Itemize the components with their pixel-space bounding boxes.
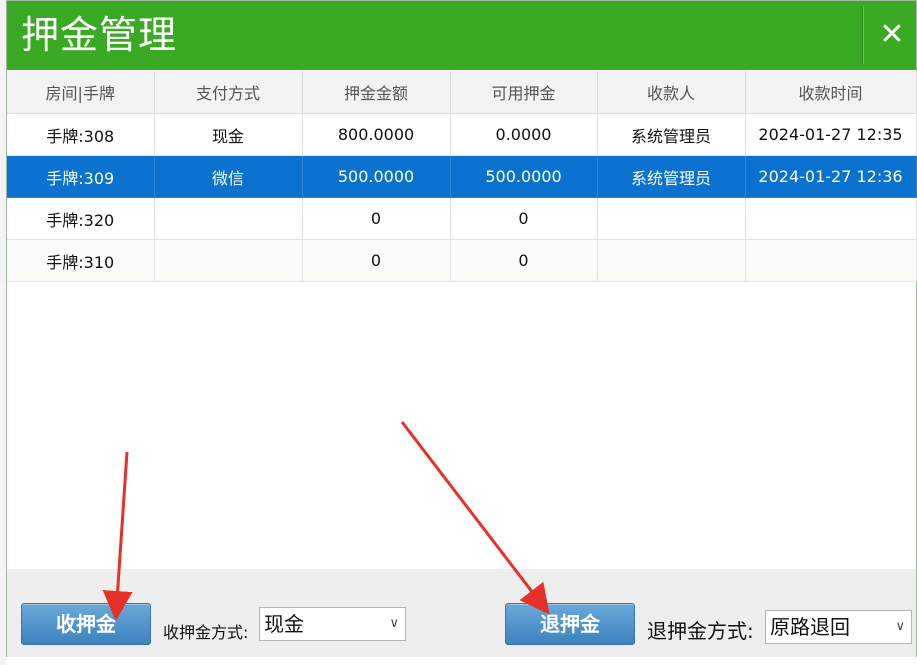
cell-deposit-amount: 500.0000 [302,155,451,198]
cell-available-deposit: 500.0000 [450,155,598,198]
table-row[interactable]: 手牌:310 0 0 [7,239,917,282]
cell-payment-method [154,239,303,282]
column-header-payment-method[interactable]: 支付方式 [154,71,303,114]
column-header-payment-time[interactable]: 收款时间 [745,71,917,114]
table-row[interactable]: 手牌:308 现金 800.0000 0.0000 系统管理员 2024-01-… [7,113,917,156]
collect-method-select[interactable]: 现金 ∨ [259,607,406,641]
cell-room: 手牌:320 [7,197,155,240]
column-header-payee[interactable]: 收款人 [597,71,746,114]
refund-method-select[interactable]: 原路退回 ∨ [765,610,912,644]
cell-deposit-amount: 0 [302,197,451,240]
refund-method-label: 退押金方式: [647,619,754,643]
cell-payment-time [745,197,917,240]
refund-method-value: 原路退回 [770,615,850,639]
cell-payment-time [745,239,917,282]
cell-deposit-amount: 0 [302,239,451,282]
title-bar: 押金管理 ✕ [7,1,916,70]
cell-payment-method: 现金 [154,113,303,156]
cell-payee [597,239,746,282]
table-row-selected[interactable]: 手牌:309 微信 500.0000 500.0000 系统管理员 2024-0… [7,155,917,198]
cell-payment-method: 微信 [154,155,303,198]
collect-deposit-button[interactable]: 收押金 [21,603,151,645]
cell-payee [597,197,746,240]
table-row[interactable]: 手牌:320 0 0 [7,197,917,240]
cell-available-deposit: 0.0000 [450,113,598,156]
collect-method-value: 现金 [264,612,304,636]
close-icon: ✕ [879,17,905,52]
cell-payee: 系统管理员 [597,155,746,198]
cell-available-deposit: 0 [450,239,598,282]
column-header-deposit-amount[interactable]: 押金金额 [302,71,451,114]
refund-deposit-button[interactable]: 退押金 [505,603,635,645]
chevron-down-icon: ∨ [895,619,905,634]
cell-room: 手牌:310 [7,239,155,282]
cell-room: 手牌:308 [7,113,155,156]
dialog-title: 押金管理 [21,13,178,57]
cell-payee: 系统管理员 [597,113,746,156]
collect-method-label: 收押金方式: [163,623,249,642]
table-header-row: 房间|手牌 支付方式 押金金额 可用押金 收款人 收款时间 [7,71,917,114]
cell-deposit-amount: 800.0000 [302,113,451,156]
column-header-available-deposit[interactable]: 可用押金 [450,71,598,114]
cell-payment-method [154,197,303,240]
cell-payment-time: 2024-01-27 12:35 [745,113,917,156]
cell-room: 手牌:309 [7,155,155,198]
deposit-table: 房间|手牌 支付方式 押金金额 可用押金 收款人 收款时间 手牌:308 现金 … [7,71,917,282]
title-separator [862,7,864,64]
column-header-room[interactable]: 房间|手牌 [7,71,155,114]
chevron-down-icon: ∨ [389,616,399,631]
close-button[interactable]: ✕ [869,9,915,61]
deposit-management-dialog: 押金管理 ✕ 房间|手牌 支付方式 押金金额 可用押金 收款人 收款时间 手牌:… [6,0,917,657]
cell-available-deposit: 0 [450,197,598,240]
footer-bar: 收押金 收押金方式: 现金 ∨ 退押金 退押金方式: 原路退回 ∨ [7,569,916,657]
cell-payment-time: 2024-01-27 12:36 [745,155,917,198]
